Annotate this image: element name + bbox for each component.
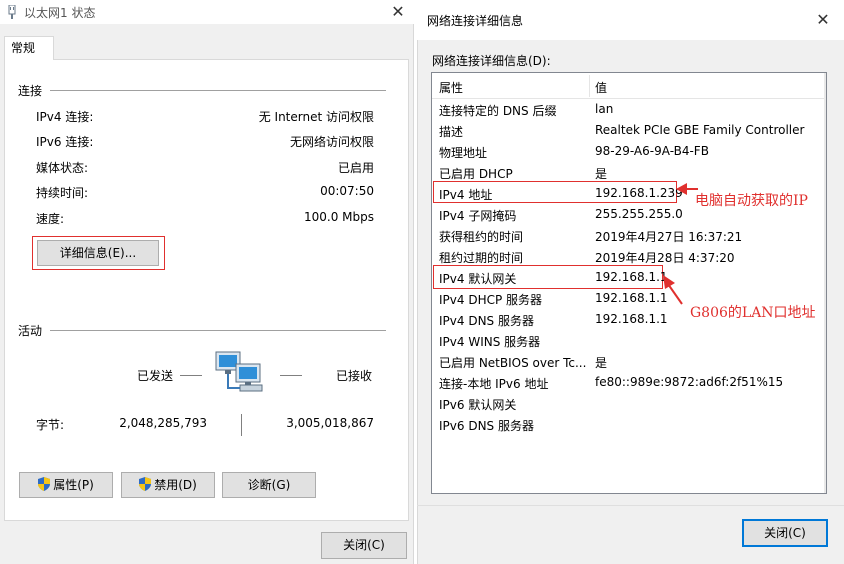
column-header-property[interactable]: 属性 bbox=[439, 79, 463, 96]
list-item-property: 已启用 DHCP bbox=[439, 167, 513, 181]
left-close-button[interactable]: 关闭(C) bbox=[321, 532, 407, 559]
network-adapter-icon bbox=[8, 5, 16, 19]
details-close-button[interactable]: 关闭(C) bbox=[742, 519, 828, 547]
details-button[interactable]: 详细信息(E)... bbox=[37, 240, 159, 266]
properties-button[interactable]: 属性(P) bbox=[19, 472, 113, 498]
ipv6-connectivity-label: IPv6 连接: bbox=[36, 135, 94, 149]
list-item-property: IPv6 DNS 服务器 bbox=[439, 419, 534, 433]
list-item-property: IPv4 默认网关 bbox=[439, 272, 517, 286]
received-label: 已接收 bbox=[336, 369, 373, 383]
column-header-value[interactable]: 值 bbox=[595, 79, 607, 96]
details-list-caption: 网络连接详细信息(D): bbox=[432, 54, 551, 68]
list-item-value: lan bbox=[595, 102, 614, 116]
list-item-property: IPv4 地址 bbox=[439, 188, 493, 202]
list-scrollbar[interactable] bbox=[824, 73, 826, 493]
list-item-value: 是 bbox=[595, 167, 608, 181]
list-item-value: 是 bbox=[595, 356, 608, 370]
speed-value: 100.0 Mbps bbox=[303, 210, 374, 224]
media-state-label: 媒体状态: bbox=[36, 161, 89, 175]
details-footer-divider bbox=[417, 505, 844, 506]
details-list-header bbox=[432, 73, 824, 99]
list-item-property: 租约过期的时间 bbox=[439, 251, 524, 265]
diagnose-button[interactable]: 诊断(G) bbox=[222, 472, 316, 498]
connection-heading: 连接 bbox=[18, 84, 43, 98]
duration-label: 持续时间: bbox=[36, 186, 89, 200]
list-item-property: IPv4 DNS 服务器 bbox=[439, 314, 534, 328]
bytes-sent-value: 2,048,285,793 bbox=[119, 416, 207, 430]
media-state-value: 已启用 bbox=[337, 161, 374, 175]
network-computers-icon bbox=[215, 351, 263, 392]
received-line bbox=[280, 375, 302, 376]
activity-divider bbox=[50, 330, 386, 331]
close-icon[interactable]: ✕ bbox=[813, 10, 833, 30]
close-icon[interactable]: ✕ bbox=[388, 2, 408, 22]
list-item-property: IPv4 WINS 服务器 bbox=[439, 335, 541, 349]
list-item-property: IPv4 子网掩码 bbox=[439, 209, 517, 223]
list-item-property: IPv6 默认网关 bbox=[439, 398, 517, 412]
list-item-property: 连接-本地 IPv6 地址 bbox=[439, 377, 549, 391]
ipv4-connectivity-value: 无 Internet 访问权限 bbox=[258, 110, 374, 124]
uac-shield-icon bbox=[139, 477, 152, 491]
gateway-annotation: G806的LAN口地址 bbox=[690, 305, 816, 321]
properties-button-label: 属性(P) bbox=[53, 478, 94, 492]
list-item-value: 2019年4月28日 4:37:20 bbox=[595, 251, 735, 265]
disable-button[interactable]: 禁用(D) bbox=[121, 472, 215, 498]
list-item-value: 98-29-A6-9A-B4-FB bbox=[595, 144, 709, 158]
ip-annotation: 电脑自动获取的IP bbox=[695, 193, 808, 209]
ipv6-connectivity-value: 无网络访问权限 bbox=[289, 135, 374, 149]
tab-general[interactable]: 常规 bbox=[4, 36, 54, 60]
disable-button-label: 禁用(D) bbox=[154, 478, 197, 492]
gateway-arrow-icon bbox=[663, 275, 683, 305]
details-dialog-title: 网络连接详细信息 bbox=[427, 14, 524, 28]
list-item-property: 描述 bbox=[439, 125, 464, 139]
list-item-value: fe80::989e:9872:ad6f:2f51%15 bbox=[595, 375, 784, 389]
status-dialog-title: 以太网1 状态 bbox=[24, 6, 96, 20]
list-item-property: 连接特定的 DNS 后缀 bbox=[439, 104, 557, 118]
list-item-value: 192.168.1.1 bbox=[595, 270, 668, 284]
duration-value: 00:07:50 bbox=[320, 184, 374, 198]
list-item-value: 2019年4月27日 16:37:21 bbox=[595, 230, 743, 244]
list-item-property: 物理地址 bbox=[439, 146, 488, 160]
ipv4-connectivity-label: IPv4 连接: bbox=[36, 110, 94, 124]
connection-divider bbox=[50, 90, 386, 91]
bytes-divider bbox=[241, 414, 242, 436]
column-header-divider[interactable] bbox=[589, 75, 590, 97]
list-item-property: 获得租约的时间 bbox=[439, 230, 524, 244]
list-item-value: Realtek PCIe GBE Family Controller bbox=[595, 123, 805, 137]
activity-heading: 活动 bbox=[18, 324, 43, 338]
list-item-property: IPv4 DHCP 服务器 bbox=[439, 293, 543, 307]
uac-shield-icon bbox=[38, 477, 51, 491]
sent-line bbox=[180, 375, 202, 376]
list-item-property: 已启用 NetBIOS over Tc... bbox=[439, 356, 587, 370]
tab-panel bbox=[4, 59, 409, 521]
sent-label: 已发送 bbox=[137, 369, 174, 383]
speed-label: 速度: bbox=[36, 212, 65, 226]
bytes-label: 字节: bbox=[36, 418, 65, 432]
bytes-received-value: 3,005,018,867 bbox=[286, 416, 374, 430]
